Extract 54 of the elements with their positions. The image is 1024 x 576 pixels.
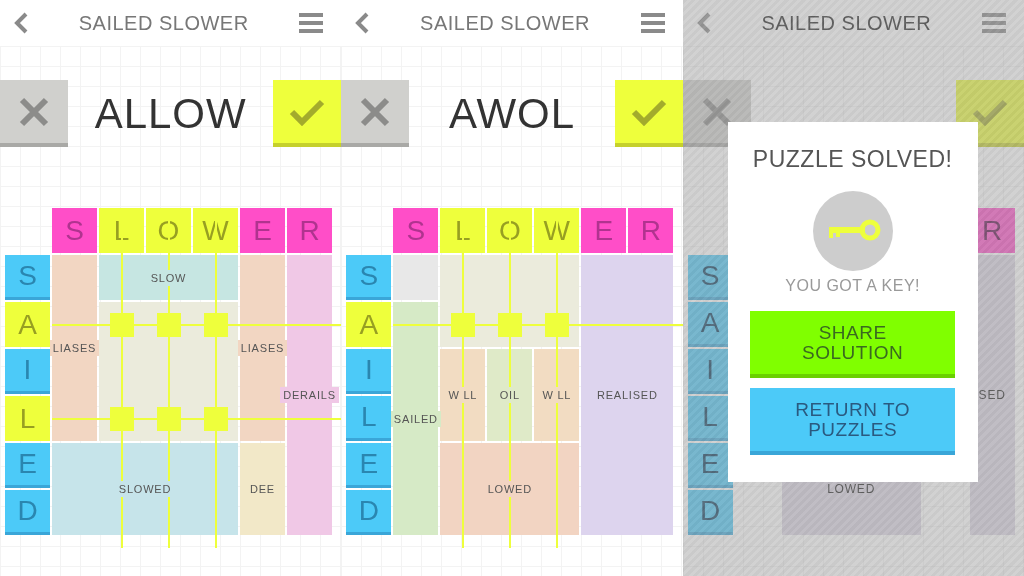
letter-tile: E xyxy=(240,208,285,253)
letter-tile: S xyxy=(5,255,50,300)
clue-word: DERAILS xyxy=(280,387,339,403)
chevron-left-icon xyxy=(355,12,370,34)
menu-button[interactable] xyxy=(297,11,326,35)
letter-tile: E xyxy=(346,443,392,488)
letter-tile: D xyxy=(687,490,733,535)
check-icon xyxy=(630,97,667,126)
back-button[interactable] xyxy=(12,10,30,36)
letter-tile: D xyxy=(346,490,392,535)
cross-icon xyxy=(18,95,50,128)
check-icon xyxy=(289,97,326,126)
menu-button[interactable] xyxy=(980,11,1008,35)
dialog-message: YOU GOT A KEY! xyxy=(785,277,921,295)
menu-icon xyxy=(299,13,324,33)
accept-button[interactable] xyxy=(614,80,683,147)
letter-tile: A xyxy=(346,302,392,347)
reject-button[interactable] xyxy=(0,80,68,147)
current-word: ALLOW xyxy=(94,89,247,138)
screen-title: SAILED SLOWER xyxy=(761,11,932,35)
letter-tile: E xyxy=(687,443,733,488)
chevron-left-icon xyxy=(14,12,28,34)
letter-tile: I xyxy=(346,349,392,394)
cross-icon xyxy=(700,95,733,128)
return-button[interactable]: RETURN TO PUZZLES xyxy=(750,388,956,455)
letter-tile: E xyxy=(581,208,627,253)
letter-tile: S xyxy=(393,208,439,253)
check-icon xyxy=(972,97,1008,126)
letter-tile: R xyxy=(628,208,674,253)
clue-word: SAILED xyxy=(390,410,441,427)
screen-title: SAILED SLOWER xyxy=(78,11,249,35)
letter-tile: D xyxy=(5,490,50,535)
clue-word: LIASES xyxy=(237,340,288,356)
current-word: AWOL xyxy=(448,89,576,138)
letter-tile: R xyxy=(287,208,332,253)
letter-tile: E xyxy=(5,443,50,488)
letter-tile: S xyxy=(52,208,97,253)
letter-tile: L xyxy=(346,396,392,441)
menu-icon xyxy=(640,13,665,33)
letter-tile: I xyxy=(5,349,50,394)
letter-tile: A xyxy=(5,302,50,347)
screen-title: SAILED SLOWER xyxy=(420,11,590,35)
accept-button[interactable] xyxy=(273,80,342,147)
letter-tile: L xyxy=(5,396,50,441)
menu-icon xyxy=(982,13,1006,33)
reject-button[interactable] xyxy=(341,80,410,147)
letter-tile: S xyxy=(346,255,392,300)
clue-word: LIASES xyxy=(49,340,100,356)
menu-button[interactable] xyxy=(638,11,667,35)
dialog-title: PUZZLE SOLVED! xyxy=(752,146,953,173)
chevron-left-icon xyxy=(696,12,711,34)
cross-icon xyxy=(359,95,392,128)
share-button[interactable]: SHARE SOLUTION xyxy=(750,311,956,378)
key-icon xyxy=(812,191,893,271)
